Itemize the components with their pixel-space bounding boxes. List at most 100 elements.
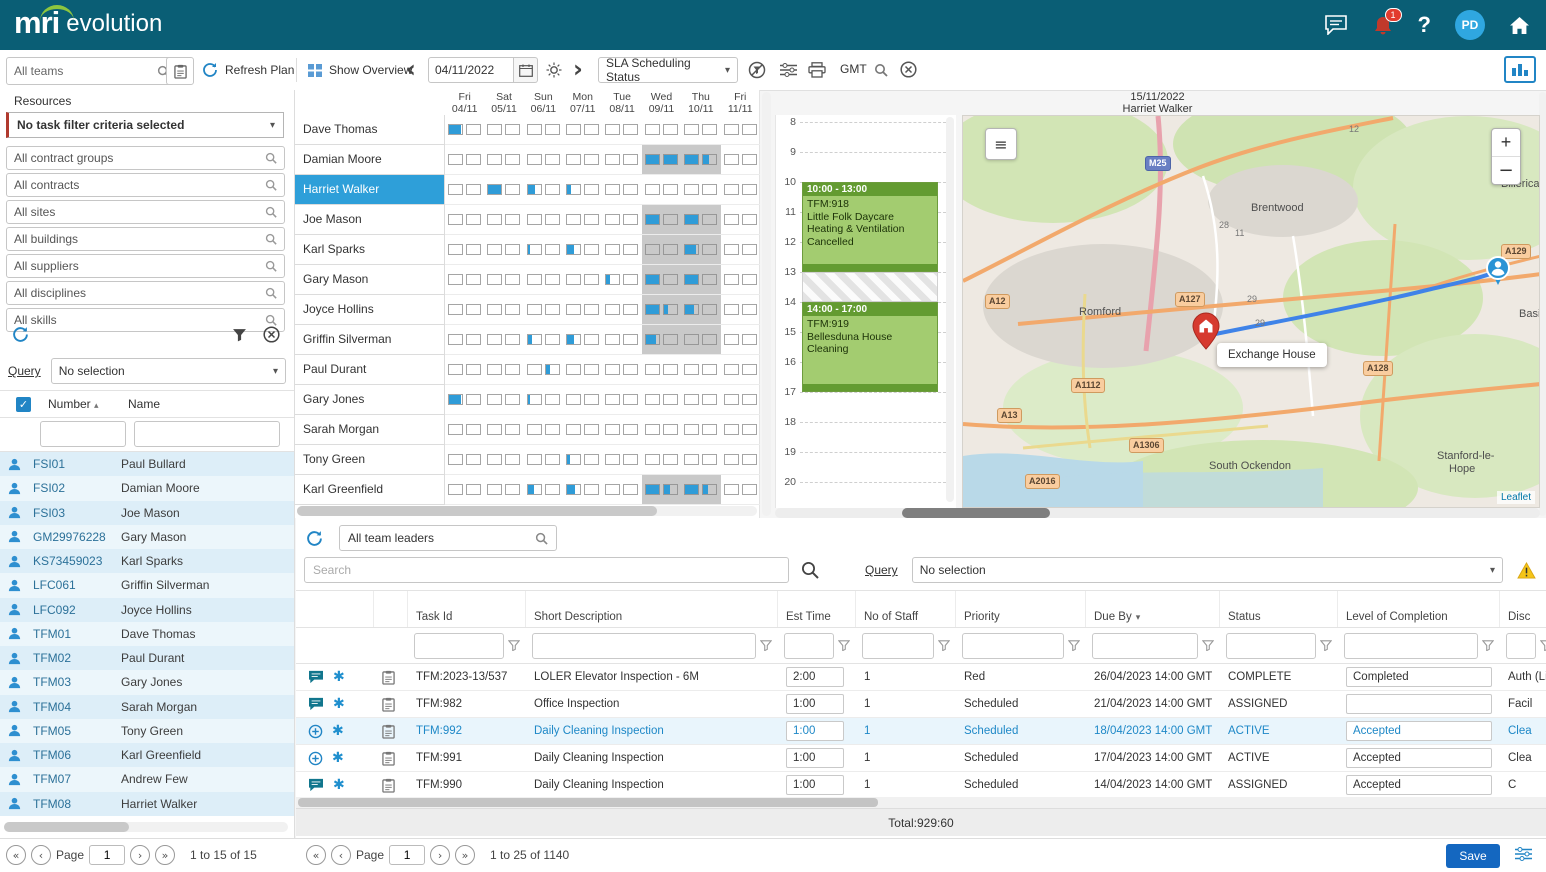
plan-cell[interactable] bbox=[563, 475, 602, 504]
date-input[interactable] bbox=[428, 57, 514, 83]
scheduler-vscrollbar[interactable] bbox=[762, 92, 771, 516]
plan-cell[interactable] bbox=[445, 355, 484, 384]
plan-cell[interactable] bbox=[721, 205, 760, 234]
column-filter-input[interactable] bbox=[532, 633, 756, 659]
plan-cell[interactable] bbox=[721, 265, 760, 294]
avatar[interactable]: PD bbox=[1455, 10, 1485, 40]
column-header-task-id[interactable]: Task Id bbox=[408, 591, 526, 627]
plan-cell[interactable] bbox=[681, 325, 720, 354]
next-page-button[interactable]: › bbox=[430, 845, 450, 865]
plan-cell[interactable] bbox=[602, 295, 641, 324]
column-filter-input[interactable] bbox=[1344, 633, 1478, 659]
sidebar-hscrollbar[interactable] bbox=[4, 822, 288, 832]
next-page-button[interactable]: › bbox=[130, 845, 150, 865]
clipboard-icon[interactable] bbox=[382, 724, 400, 739]
schedule-bar[interactable] bbox=[528, 395, 531, 404]
scheduler-hscrollbar[interactable] bbox=[297, 506, 757, 516]
column-filter-input[interactable] bbox=[784, 633, 834, 659]
plan-cell[interactable] bbox=[563, 145, 602, 174]
column-filter-input[interactable] bbox=[1506, 633, 1536, 659]
resource-row[interactable]: TFM03Gary Jones bbox=[0, 670, 294, 694]
scheduler-resource[interactable]: Dave Thomas bbox=[295, 115, 445, 145]
scheduler-resource[interactable]: Sarah Morgan bbox=[295, 415, 445, 445]
plan-cell[interactable] bbox=[642, 175, 681, 204]
resource-row[interactable]: GM29976228Gary Mason bbox=[0, 525, 294, 549]
completion-input[interactable]: Completed bbox=[1346, 667, 1492, 687]
plan-cell[interactable] bbox=[602, 265, 641, 294]
schedule-bar[interactable] bbox=[528, 485, 535, 494]
sla-status-select[interactable]: SLA Scheduling Status▾ bbox=[598, 57, 738, 83]
plan-cell[interactable] bbox=[524, 235, 563, 264]
comment-icon[interactable] bbox=[308, 670, 324, 684]
asterisk-icon[interactable]: ✱ bbox=[333, 697, 345, 711]
scheduler-resource[interactable]: Joyce Hollins bbox=[295, 295, 445, 325]
filter-funnel-icon[interactable] bbox=[232, 328, 247, 342]
funnel-icon[interactable] bbox=[938, 640, 950, 651]
est-time-input[interactable]: 1:00 bbox=[786, 694, 844, 714]
add-circle-icon[interactable] bbox=[308, 751, 323, 766]
scrollbar-thumb[interactable] bbox=[298, 798, 878, 807]
plan-cell[interactable] bbox=[721, 475, 760, 504]
plan-cell[interactable] bbox=[484, 175, 523, 204]
plan-cell[interactable] bbox=[721, 325, 760, 354]
plan-cell[interactable] bbox=[445, 385, 484, 414]
plan-cell[interactable] bbox=[721, 445, 760, 474]
add-circle-icon[interactable] bbox=[308, 724, 323, 739]
settings-sliders-icon[interactable] bbox=[780, 63, 797, 77]
plan-cell[interactable] bbox=[563, 355, 602, 384]
calendar-icon[interactable] bbox=[514, 57, 538, 83]
plan-cell[interactable] bbox=[642, 145, 681, 174]
schedule-bar[interactable] bbox=[685, 485, 698, 494]
resource-row[interactable]: LFC092Joyce Hollins bbox=[0, 598, 294, 622]
plan-cell[interactable] bbox=[524, 265, 563, 294]
column-header-no-of-staff[interactable]: No of Staff bbox=[856, 591, 956, 627]
plan-cell[interactable] bbox=[721, 295, 760, 324]
schedule-bar[interactable] bbox=[567, 185, 571, 194]
task-row[interactable]: ✱TFM:982Office Inspection1:001Scheduled2… bbox=[296, 691, 1546, 718]
scrollbar-thumb[interactable] bbox=[297, 506, 657, 516]
schedule-bar[interactable] bbox=[703, 155, 709, 164]
plan-cell[interactable] bbox=[602, 145, 641, 174]
filter-all-sites[interactable]: All sites bbox=[6, 200, 285, 224]
task-row[interactable]: ✱TFM:990Daily Cleaning Inspection1:001Sc… bbox=[296, 772, 1546, 797]
plan-cell[interactable] bbox=[642, 235, 681, 264]
resource-row[interactable]: LFC061Griffin Silverman bbox=[0, 573, 294, 597]
last-page-button[interactable]: » bbox=[155, 845, 175, 865]
plan-cell[interactable] bbox=[602, 385, 641, 414]
exclude-filter-icon[interactable] bbox=[748, 61, 766, 79]
plan-cell[interactable] bbox=[602, 415, 641, 444]
clipboard-icon[interactable] bbox=[382, 778, 400, 793]
plan-cell[interactable] bbox=[524, 415, 563, 444]
resource-row[interactable]: TFM05Tony Green bbox=[0, 719, 294, 743]
plan-cell[interactable] bbox=[563, 385, 602, 414]
plan-cell[interactable] bbox=[563, 235, 602, 264]
resource-row[interactable]: KS73459023Karl Sparks bbox=[0, 549, 294, 573]
plan-cell[interactable] bbox=[484, 355, 523, 384]
scheduler-resource[interactable]: Joe Mason bbox=[295, 205, 445, 235]
tasks-query-select[interactable]: No selection▾ bbox=[912, 557, 1503, 583]
plan-cell[interactable] bbox=[563, 445, 602, 474]
plan-cell[interactable] bbox=[524, 145, 563, 174]
right-edge-vscrollbar[interactable] bbox=[1539, 92, 1546, 516]
map-toggle-icon[interactable] bbox=[1504, 56, 1536, 83]
next-day-button[interactable]: › bbox=[573, 56, 583, 82]
comment-icon[interactable] bbox=[308, 697, 324, 711]
plan-cell[interactable] bbox=[445, 115, 484, 144]
page-input[interactable] bbox=[389, 845, 425, 865]
scrollbar-thumb[interactable] bbox=[902, 508, 1050, 518]
task-row[interactable]: ✱TFM:991Daily Cleaning Inspection1:001Sc… bbox=[296, 745, 1546, 772]
select-all-checkbox[interactable]: ✓ bbox=[16, 397, 31, 412]
teams-filter-input[interactable]: All teams bbox=[6, 57, 178, 85]
column-header-disc[interactable]: Disc bbox=[1500, 591, 1546, 627]
plan-cell[interactable] bbox=[602, 115, 641, 144]
plan-cell[interactable] bbox=[681, 145, 720, 174]
clipboard-icon[interactable] bbox=[382, 751, 400, 766]
schedule-bar[interactable] bbox=[685, 215, 698, 224]
schedule-bar[interactable] bbox=[606, 275, 609, 284]
plan-cell[interactable] bbox=[484, 325, 523, 354]
tasks-hscrollbar[interactable] bbox=[296, 797, 1546, 808]
search-icon[interactable] bbox=[801, 561, 819, 579]
timezone-label[interactable]: GMT bbox=[840, 62, 867, 76]
page-input[interactable] bbox=[89, 845, 125, 865]
first-page-button[interactable]: « bbox=[6, 845, 26, 865]
